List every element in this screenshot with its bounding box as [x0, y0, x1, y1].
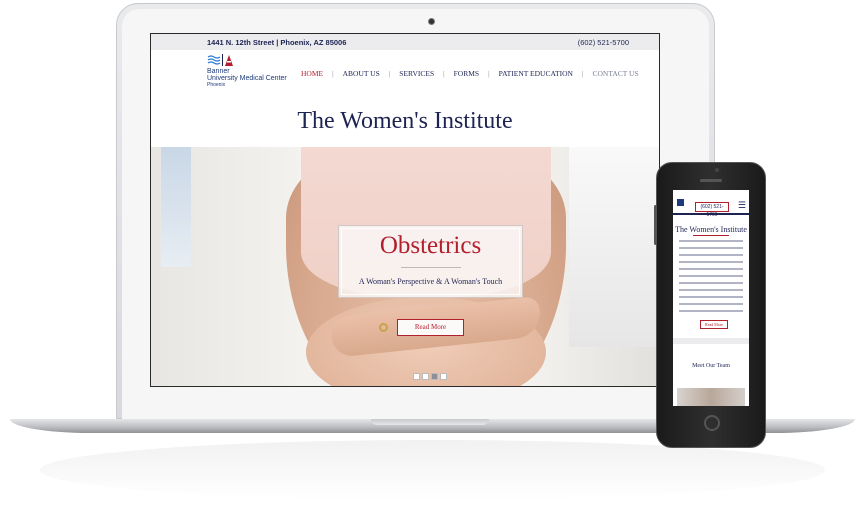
slider-dot[interactable]	[422, 373, 429, 380]
hero-divider	[401, 267, 461, 268]
site-logo[interactable]: Banner University Medical Center Phoenix	[207, 54, 297, 90]
nav-separator: |	[581, 69, 584, 78]
address-text: 1441 N. 12th Street | Phoenix, AZ 85006	[207, 38, 347, 47]
mobile-page-title: The Women's Institute	[675, 225, 747, 234]
hero-heading: Obstetrics	[379, 232, 482, 259]
laptop-camera	[428, 18, 435, 25]
logo-line-1: Banner	[207, 68, 230, 75]
mobile-section-divider	[673, 338, 749, 344]
phone-speaker	[700, 179, 722, 182]
nav-separator: |	[488, 69, 490, 78]
nav-item-about-us[interactable]: ABOUT US	[343, 69, 380, 78]
nav-item-patient-education[interactable]: PATIENT EDUCATION	[499, 69, 573, 78]
laptop-notch	[371, 419, 489, 425]
phone-link[interactable]: (602) 521-5700	[578, 38, 629, 47]
phone-camera	[715, 168, 719, 172]
nav-item-services[interactable]: SERVICES	[399, 69, 434, 78]
slider-dot[interactable]	[431, 373, 438, 380]
slider-dots	[413, 367, 449, 380]
logo-line-2: University Medical Center	[207, 75, 287, 82]
top-info-bar: 1441 N. 12th Street | Phoenix, AZ 85006 …	[151, 34, 659, 50]
logo-mark-icon	[207, 54, 233, 66]
hero-caption-card: Obstetrics A Woman's Perspective & A Wom…	[338, 225, 523, 298]
hero-background-window	[161, 147, 191, 267]
mobile-intro-text	[679, 240, 743, 312]
laptop-screen: 1441 N. 12th Street | Phoenix, AZ 85006 …	[150, 33, 660, 387]
nav-item-forms[interactable]: FORMS	[454, 69, 479, 78]
hamburger-menu-icon[interactable]: ☰	[738, 201, 746, 211]
nav-separator: |	[332, 69, 334, 78]
logo-line-3: Phoenix	[207, 82, 226, 88]
hero-photo-ring	[379, 323, 388, 332]
main-nav: HOME | ABOUT US | SERVICES | FORMS | PATIENT EDU…	[301, 69, 639, 81]
hero-subheading: A Woman's Perspective & A Woman's Touch	[358, 277, 503, 286]
mobile-read-more-button[interactable]: Read More	[700, 320, 728, 329]
slider-dot[interactable]	[413, 373, 420, 380]
nav-separator: |	[388, 69, 391, 78]
nav-item-home[interactable]: HOME	[301, 69, 323, 78]
read-more-button[interactable]: Read More	[397, 319, 464, 336]
phone-home-button	[704, 415, 720, 431]
mobile-title-divider	[693, 235, 729, 236]
hero-slider: Obstetrics A Woman's Perspective & A Wom…	[151, 147, 659, 386]
mobile-phone-button[interactable]: (602) 521-5700	[695, 202, 729, 218]
mobile-logo-icon[interactable]	[677, 199, 684, 206]
phone-screen: (602) 521-5700 ☰ The Women's Institute R…	[673, 190, 749, 406]
hero-background-wall	[569, 147, 659, 347]
mobile-team-photo	[677, 388, 745, 406]
logo-text: Banner University Medical Center Phoenix	[207, 68, 287, 89]
slider-dot[interactable]	[440, 373, 447, 380]
page-title: The Women's Institute	[297, 108, 513, 134]
nav-separator: |	[443, 69, 445, 78]
nav-item-contact-us[interactable]: CONTACT US	[593, 69, 639, 78]
floor-reflection	[40, 440, 825, 500]
mobile-section-title: Meet Our Team	[692, 363, 730, 369]
